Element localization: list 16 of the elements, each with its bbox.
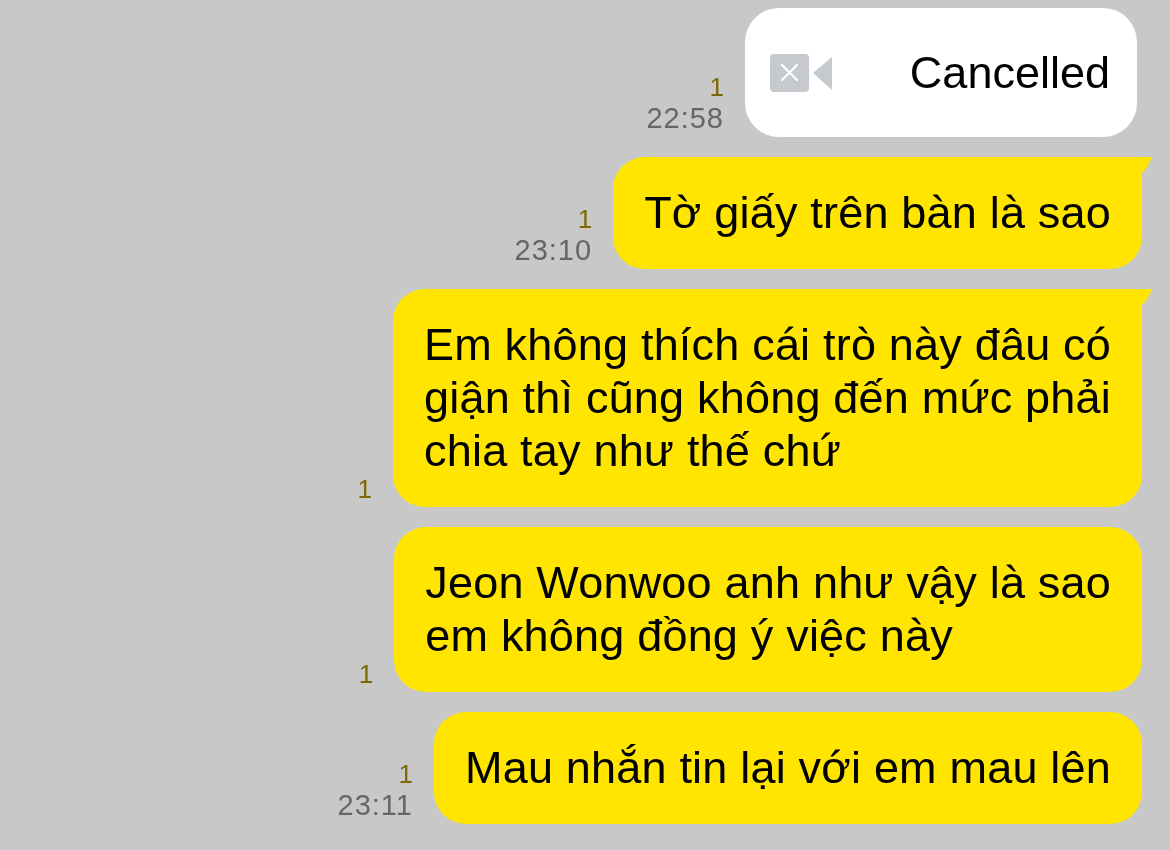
message-bubble: Mau nhắn tin lại với em mau lên bbox=[433, 712, 1142, 824]
unread-count: 1 bbox=[709, 72, 724, 102]
bubble-tail bbox=[1140, 157, 1152, 175]
message-time: 23:10 bbox=[514, 234, 593, 266]
unread-count: 1 bbox=[577, 204, 593, 234]
message-time: 23:11 bbox=[337, 789, 413, 821]
unread-count: 1 bbox=[357, 474, 372, 504]
bubble-tail bbox=[1140, 289, 1152, 307]
message-bubble: Jeon Wonwoo anh như vậy là sao em không đồng ý việc này bbox=[394, 527, 1142, 692]
video-camera-cross-icon bbox=[770, 53, 832, 92]
message-bubble: Em không thích cái trò này đâu có giận thì cũng không đến mức phải chia tay như thế chứ bbox=[393, 289, 1142, 507]
unread-count: 1 bbox=[398, 759, 413, 789]
call-status: Cancelled bbox=[909, 46, 1110, 99]
message-bubble: Tờ giấy trên bàn là sao bbox=[613, 157, 1142, 269]
message-time: 22:58 bbox=[646, 102, 724, 134]
unread-count: 1 bbox=[358, 659, 374, 689]
